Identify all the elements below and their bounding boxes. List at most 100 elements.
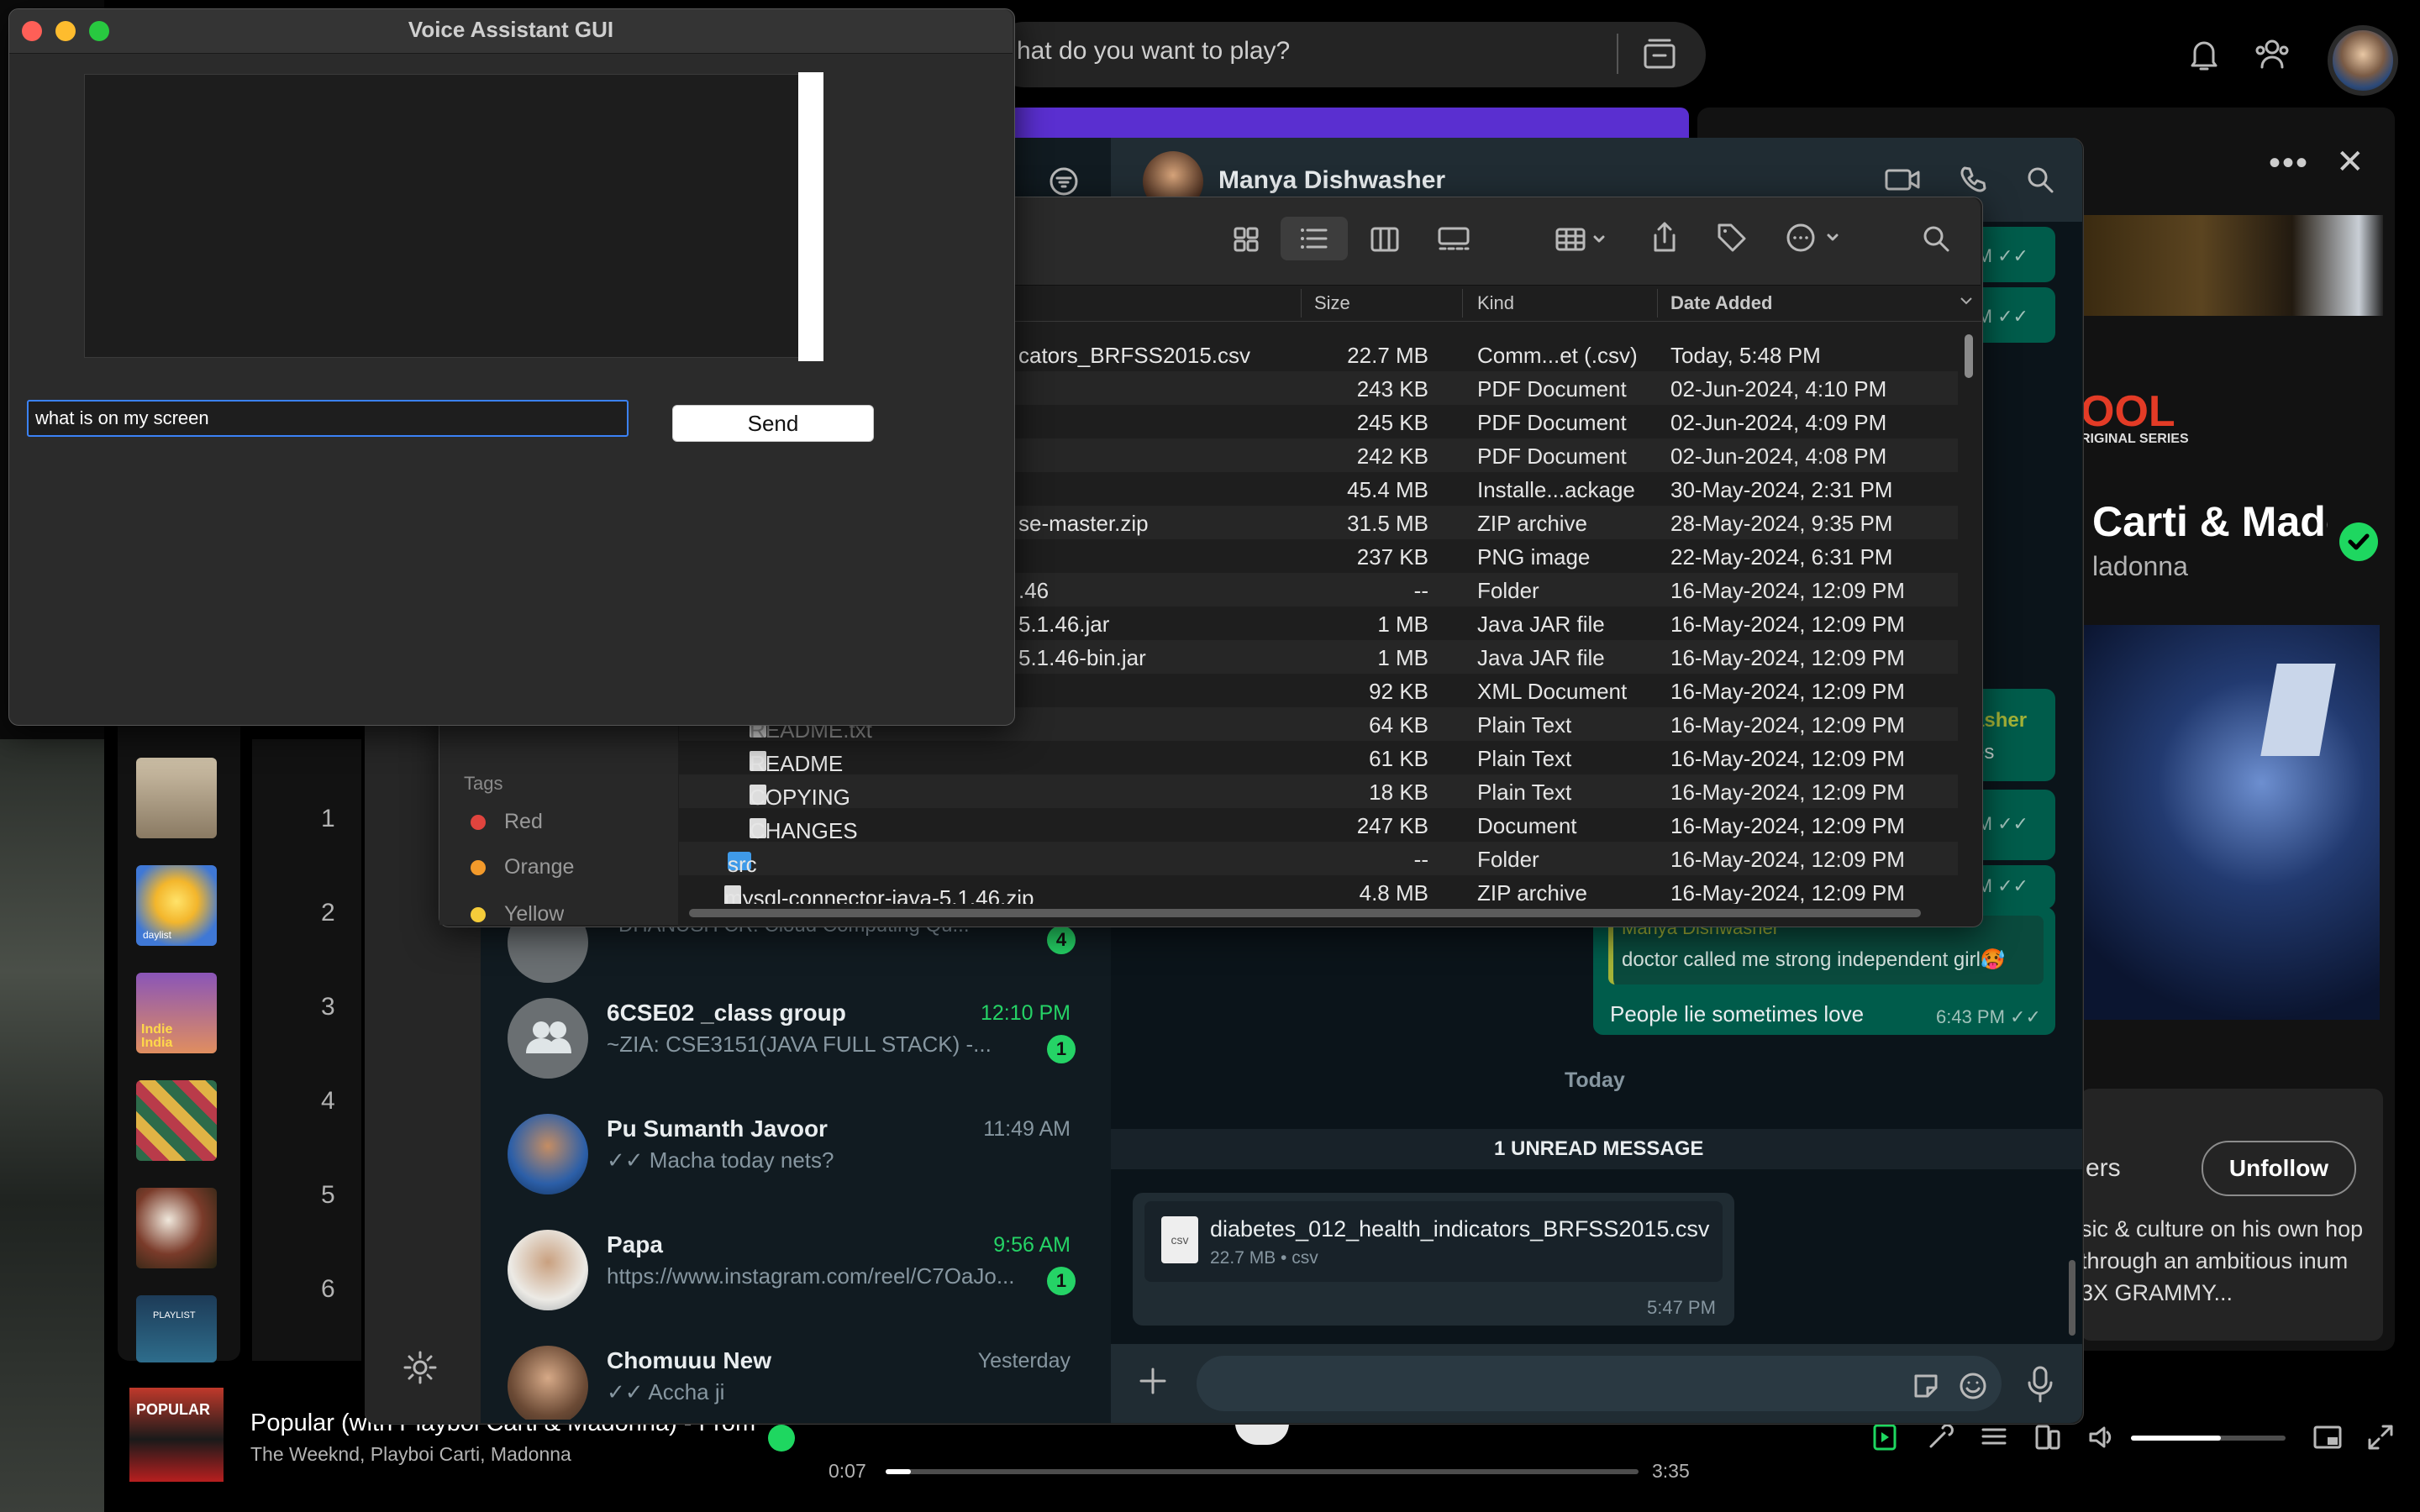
playlist-banner <box>1008 108 1689 141</box>
more-options-icon[interactable]: ••• <box>2269 144 2309 182</box>
file-date: 16-May-2024, 12:09 PM <box>1670 746 1905 771</box>
file-row[interactable]: mysql-connector-java-5.1.46.zip 4.8 MB ZIP… <box>679 875 1958 904</box>
attach-plus-icon[interactable] <box>1134 1362 1171 1399</box>
queue-icon[interactable] <box>1980 1423 2008 1452</box>
library-item-thumbnail[interactable] <box>136 1080 217 1161</box>
video-call-icon[interactable] <box>1884 165 1921 195</box>
file-date: 16-May-2024, 12:09 PM <box>1670 880 1905 904</box>
library-item-thumbnail[interactable]: Indie India <box>136 973 217 1053</box>
size-column-header[interactable]: Size <box>1314 292 1350 314</box>
finder-horizontal-scrollbar[interactable] <box>689 909 1921 917</box>
fullscreen-icon[interactable] <box>2366 1423 2395 1452</box>
chat-item[interactable]: Papa 9:56 AM https://www.instagram.com/r… <box>481 1220 1111 1327</box>
show-logo: OOL <box>2081 387 2175 436</box>
track-number: 3 <box>321 993 335 1021</box>
tag-yellow[interactable]: Yellow <box>471 902 564 924</box>
phone-icon[interactable] <box>1958 165 1988 195</box>
group-by-icon[interactable] <box>1555 225 1613 254</box>
friends-icon[interactable] <box>2254 37 2291 72</box>
tag-orange[interactable]: Orange <box>471 855 574 879</box>
album-cover[interactable]: POPULAR <box>129 1388 224 1482</box>
column-divider <box>1301 289 1302 318</box>
contact-avatar <box>508 1230 588 1310</box>
kind-column-header[interactable]: Kind <box>1477 292 1514 314</box>
user-avatar[interactable] <box>2328 25 2398 96</box>
liked-check-icon[interactable] <box>2339 522 2378 561</box>
file-date: 28-May-2024, 9:35 PM <box>1670 511 1893 536</box>
conversation-scrollbar[interactable] <box>2069 1260 2075 1336</box>
gallery-view-icon[interactable] <box>1437 225 1470 254</box>
liked-icon[interactable] <box>768 1425 795 1452</box>
now-playing-artist[interactable]: ladonna <box>2092 551 2188 582</box>
file-name: .46 <box>1018 578 1050 603</box>
track-list <box>252 739 361 1361</box>
file-size: 245 KB <box>1356 410 1428 435</box>
quoted-text: doctor called me strong independent girl… <box>1622 948 2006 971</box>
file-row[interactable]: ›src--Folder16-May-2024, 12:09 PM <box>679 842 1958 877</box>
response-text-area[interactable] <box>84 74 802 358</box>
search-icon[interactable] <box>2025 165 2055 195</box>
send-button[interactable]: Send <box>672 405 874 442</box>
connect-device-icon[interactable] <box>2033 1423 2062 1452</box>
unread-badge: 1 <box>1047 1035 1076 1063</box>
now-playing-view-icon[interactable] <box>1872 1423 1897 1453</box>
icon-view-icon[interactable] <box>1232 225 1260 254</box>
bell-icon[interactable] <box>2188 37 2220 72</box>
progress-bar[interactable] <box>886 1469 1639 1474</box>
file-kind: PNG image <box>1477 544 1591 570</box>
chat-item[interactable]: Chomuuu New Yesterday ✓✓ Accha ji <box>481 1336 1111 1420</box>
library-item-thumbnail[interactable]: daylist <box>136 865 217 946</box>
settings-gear-icon[interactable] <box>402 1349 439 1386</box>
file-row[interactable]: COPYING 18 KB Plain Text 16-May-2024, 12:09… <box>679 774 1958 810</box>
tag-icon[interactable] <box>1716 222 1748 254</box>
filter-icon[interactable] <box>1047 165 1081 198</box>
library-item-thumbnail[interactable]: PLAYLIST <box>136 1295 217 1362</box>
date-added-column-header[interactable]: Date Added <box>1670 292 1772 314</box>
share-icon[interactable] <box>1650 220 1679 254</box>
chat-item[interactable]: 6CSE02 _class group 12:10 PM ~ZIA: CSE31… <box>481 988 1111 1095</box>
actions-menu-icon[interactable] <box>1785 222 1847 254</box>
unfollow-button[interactable]: Unfollow <box>2202 1141 2356 1196</box>
player-track-artists[interactable]: The Weeknd, Playboi Carti, Madonna <box>250 1443 571 1466</box>
file-size: 237 KB <box>1356 544 1428 570</box>
chat-name: 6CSE02 _class group <box>607 1000 846 1026</box>
attachment-meta: 22.7 MB • csv <box>1210 1248 1318 1268</box>
response-scrollbar[interactable] <box>798 72 823 361</box>
volume-icon[interactable] <box>2087 1423 2116 1452</box>
library-item-thumbnail[interactable] <box>136 1188 217 1268</box>
file-date: 16-May-2024, 12:09 PM <box>1670 578 1905 603</box>
attachment-file-name[interactable]: diabetes_012_health_indicators_BRFSS2015… <box>1210 1216 1709 1242</box>
file-kind: Plain Text <box>1477 712 1572 738</box>
lyrics-icon[interactable] <box>1926 1423 1954 1452</box>
contact-name[interactable]: Manya Dishwasher <box>1218 166 1445 195</box>
artist-bio: sic & culture on his own hop through an … <box>2081 1216 2364 1305</box>
chat-item[interactable]: Pu Sumanth Javoor 11:49 AM ✓✓ Macha toda… <box>481 1104 1111 1211</box>
thumbnail-label: Indie India <box>141 1022 173 1050</box>
file-name: src <box>728 852 757 877</box>
file-name: COPYING <box>750 785 850 810</box>
list-view-button[interactable] <box>1281 217 1348 260</box>
chat-preview: ~ZIA: CSE3151(JAVA FULL STACK) -... <box>607 1032 992 1057</box>
file-row[interactable]: README 61 KB Plain Text 16-May-2024, 12:09 … <box>679 741 1958 776</box>
command-input[interactable] <box>27 400 629 437</box>
tag-red[interactable]: Red <box>471 810 543 834</box>
browse-icon[interactable] <box>1642 35 1677 71</box>
file-size: 64 KB <box>1369 712 1428 738</box>
microphone-icon[interactable] <box>2025 1364 2055 1404</box>
file-kind: PDF Document <box>1477 444 1627 469</box>
column-view-icon[interactable] <box>1370 225 1400 254</box>
file-row[interactable]: CHANGES 247 KB Document 16-May-2024, 12:09 … <box>679 808 1958 843</box>
sticker-icon[interactable] <box>1911 1371 1941 1401</box>
chat-preview: ✓✓ Accha ji <box>607 1379 725 1404</box>
close-icon[interactable]: ✕ <box>2336 143 2365 181</box>
finder-vertical-scrollbar[interactable] <box>1965 334 1973 378</box>
spotify-search-input[interactable]: hat do you want to play? <box>1017 37 1290 66</box>
message-input[interactable] <box>1197 1356 2002 1411</box>
now-playing-title[interactable]: Carti & Mado <box>2092 497 2328 546</box>
miniplayer-icon[interactable] <box>2312 1423 2343 1452</box>
date-separator: Today <box>1565 1068 1625 1092</box>
chevron-down-icon[interactable] <box>1960 294 1973 307</box>
library-item-thumbnail[interactable] <box>136 758 217 838</box>
search-icon[interactable] <box>1921 223 1951 254</box>
emoji-icon[interactable] <box>1958 1371 1988 1401</box>
